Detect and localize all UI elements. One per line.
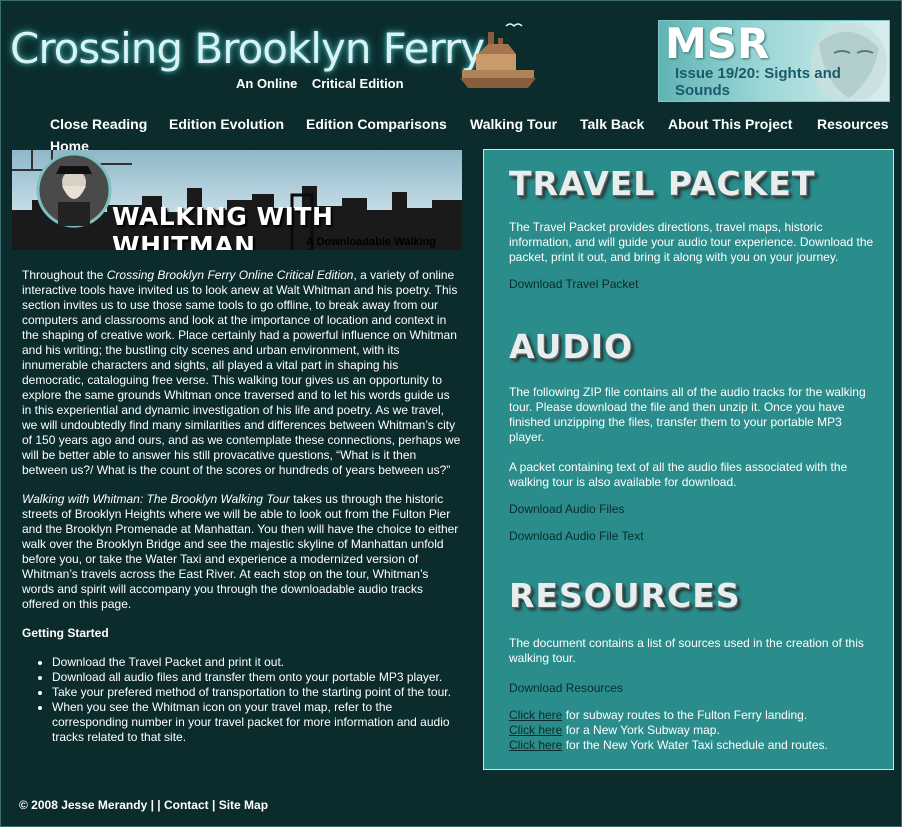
water-taxi-line: Click here for the New York Water Taxi s…	[509, 738, 874, 753]
subway-map-text: for a New York Subway map.	[562, 723, 720, 737]
download-audio-files-link[interactable]: Download Audio Files	[509, 502, 624, 516]
whitman-medallion-image	[36, 152, 112, 228]
audio-text-packet: A packet containing text of all the audi…	[509, 460, 848, 489]
resources-heading: RESOURCES	[509, 576, 741, 615]
download-travel-packet-link[interactable]: Download Travel Packet	[509, 277, 638, 291]
nav-close-reading[interactable]: Close Reading	[50, 116, 147, 132]
resources-text: The document contains a list of sources …	[509, 636, 864, 665]
intro-p1-rest: , a variety of online interactive tools …	[22, 268, 461, 477]
subway-map-line: Click here for a New York Subway map.	[509, 723, 874, 738]
intro-p1-italic: Crossing Brooklyn Ferry Online Critical …	[106, 268, 354, 282]
nav-walking-tour[interactable]: Walking Tour	[470, 116, 557, 132]
nav-talk-back[interactable]: Talk Back	[580, 116, 644, 132]
subway-routes-line: Click here for subway routes to the Fult…	[509, 708, 874, 723]
water-taxi-link[interactable]: Click here	[509, 738, 562, 752]
water-taxi-text: for the New York Water Taxi schedule and…	[562, 738, 828, 752]
site-map-link[interactable]: Site Map	[219, 798, 268, 812]
contact-link[interactable]: Contact	[164, 798, 209, 812]
site-title[interactable]: Crossing Brooklyn Ferry	[10, 24, 485, 73]
nav-about-this-project[interactable]: About This Project	[668, 116, 792, 132]
banner-subtitle: A Downloadable Walking Tour	[306, 236, 436, 250]
nav-edition-comparisons[interactable]: Edition Comparisons	[306, 116, 447, 132]
footer-separator: | |	[147, 798, 164, 812]
list-item: Download all audio files and transfer th…	[52, 670, 462, 685]
msr-logo: MSR	[665, 20, 770, 68]
intro-paragraph-1: Throughout the Crossing Brooklyn Ferry O…	[22, 268, 462, 478]
download-audio-file-text-link[interactable]: Download Audio File Text	[509, 529, 644, 543]
downloads-panel: TRAVEL PACKET The Travel Packet provides…	[483, 149, 894, 770]
site-subtitle: An Online Critical Edition	[236, 76, 404, 91]
intro-paragraph-2: Walking with Whitman: The Brooklyn Walki…	[22, 492, 462, 612]
travel-packet-text: The Travel Packet provides directions, t…	[509, 220, 874, 264]
download-resources-link[interactable]: Download Resources	[509, 681, 623, 695]
intro-p2-rest: takes us through the historic streets of…	[22, 492, 459, 611]
footer: © 2008 Jesse Merandy | | Contact | Site …	[19, 798, 268, 812]
nav-resources[interactable]: Resources	[817, 116, 889, 132]
audio-text: The following ZIP file contains all of t…	[509, 385, 866, 444]
nav-home[interactable]: Home	[50, 138, 89, 150]
msr-issue-label: Issue 19/20: Sights and Sounds	[675, 65, 841, 99]
subway-routes-text: for subway routes to the Fulton Ferry la…	[562, 708, 808, 722]
walking-tour-banner: WALKING WITH WHITMAN A Downloadable Walk…	[12, 150, 462, 250]
steps-list: Download the Travel Packet and print it …	[22, 655, 462, 745]
nav-edition-evolution[interactable]: Edition Evolution	[169, 116, 284, 132]
footer-copyright: © 2008 Jesse Merandy	[19, 798, 148, 812]
subway-map-link[interactable]: Click here	[509, 723, 562, 737]
list-item: When you see the Whitman icon on your tr…	[52, 700, 462, 745]
intro-p2-italic: Walking with Whitman: The Brooklyn Walki…	[22, 492, 290, 506]
subway-routes-link[interactable]: Click here	[509, 708, 562, 722]
footer-separator: |	[208, 798, 219, 812]
intro-p1-lead: Throughout the	[22, 268, 107, 282]
getting-started-heading: Getting Started	[22, 626, 109, 640]
intro-content: Throughout the Crossing Brooklyn Ferry O…	[22, 268, 462, 745]
ferry-icon	[460, 23, 536, 88]
audio-heading: AUDIO	[509, 327, 634, 366]
list-item: Download the Travel Packet and print it …	[52, 655, 462, 670]
travel-packet-heading: TRAVEL PACKET	[509, 164, 816, 203]
msr-issue-banner[interactable]: MSR Issue 19/20: Sights and Sounds	[658, 20, 890, 102]
list-item: Take your prefered method of transportat…	[52, 685, 462, 700]
